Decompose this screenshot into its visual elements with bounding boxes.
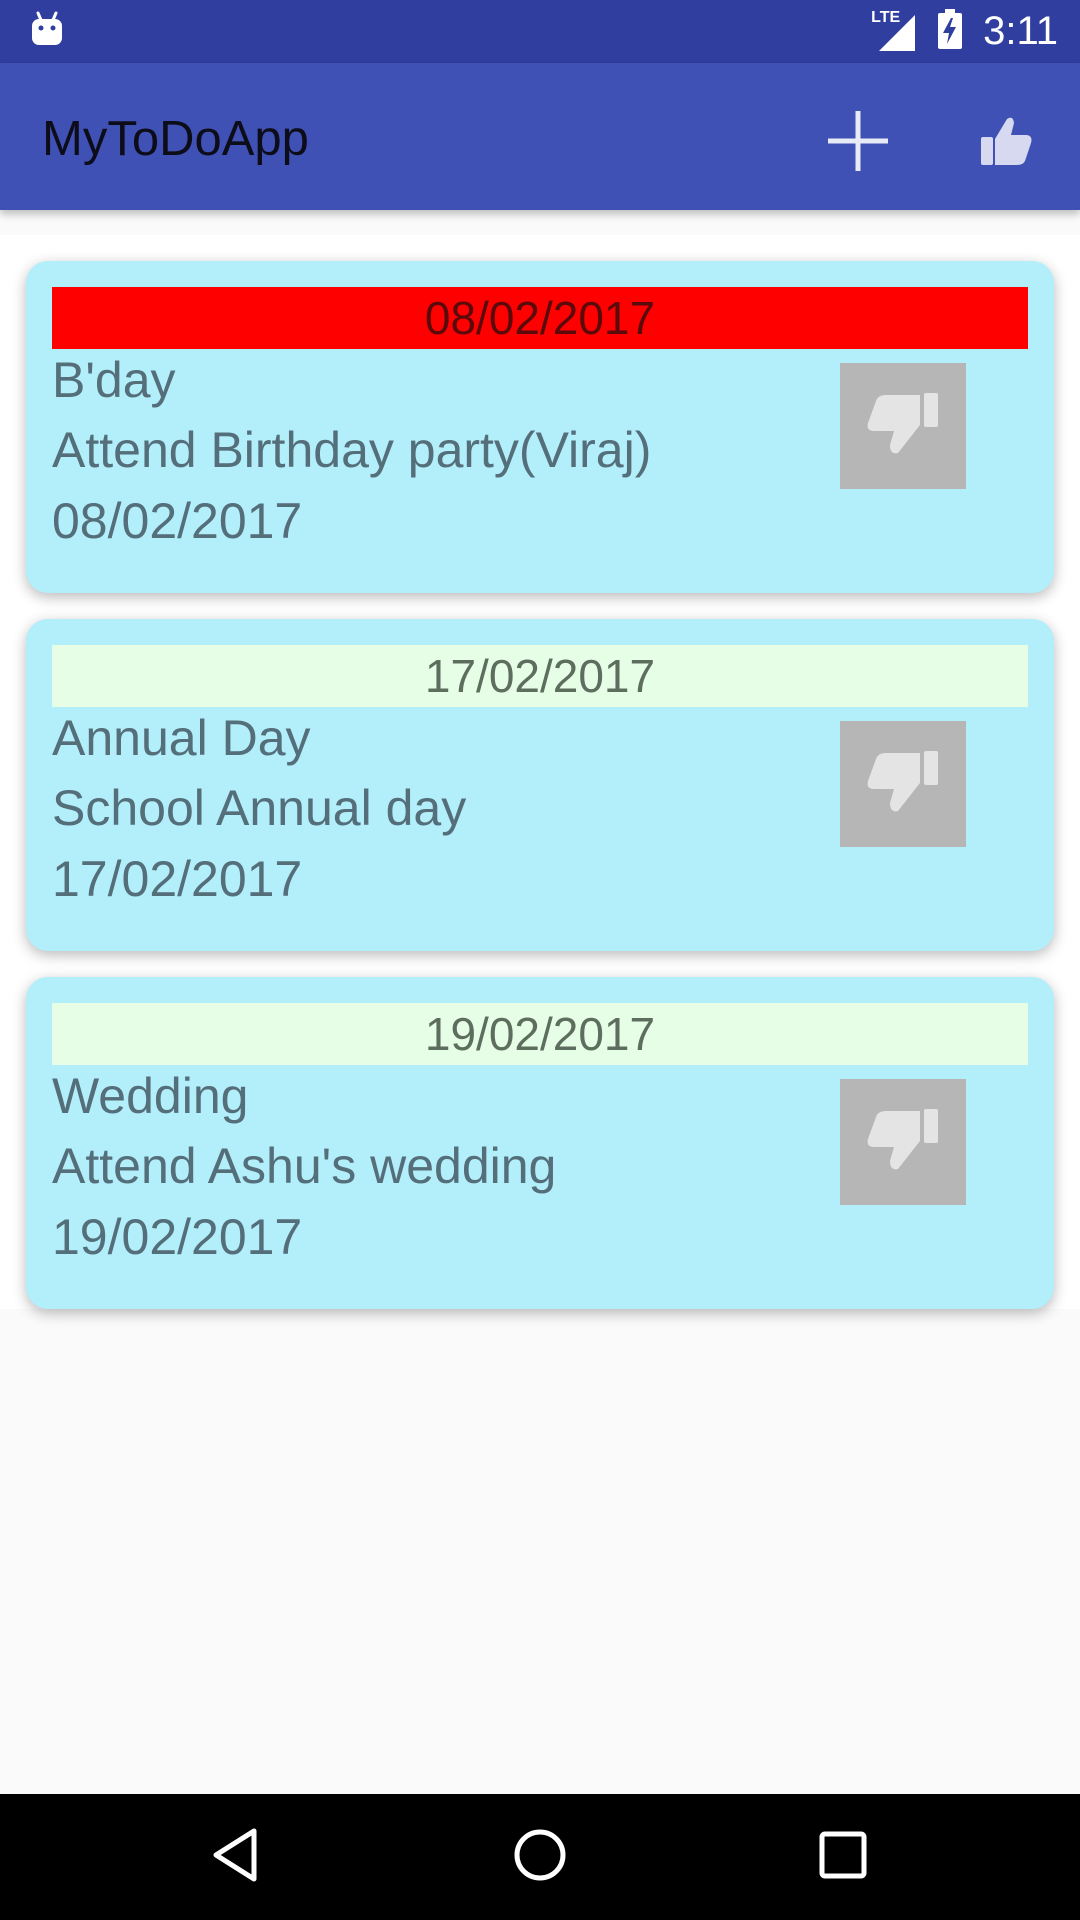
status-bar: LTE 3:11 [0, 0, 1080, 63]
recents-button[interactable] [808, 1822, 878, 1892]
thumbs-down-icon [866, 389, 940, 464]
todo-title: Annual Day [52, 710, 311, 766]
recents-icon [818, 1830, 868, 1885]
todo-list: 08/02/2017 B'day Attend Birthday party(V… [0, 235, 1080, 1309]
due-date-header: 17/02/2017 [52, 645, 1028, 707]
due-date-header: 08/02/2017 [52, 287, 1028, 349]
todo-date: 08/02/2017 [52, 493, 303, 549]
todo-title: B'day [52, 352, 176, 408]
todo-card[interactable]: 08/02/2017 B'day Attend Birthday party(V… [26, 261, 1054, 593]
app-title: MyToDoApp [42, 112, 309, 166]
mark-not-done-button[interactable] [840, 1079, 966, 1205]
app-bar: MyToDoApp [0, 63, 1080, 210]
mark-not-done-button[interactable] [840, 721, 966, 847]
add-button[interactable] [818, 103, 898, 183]
home-icon [512, 1827, 568, 1888]
status-icons: LTE 3:11 [871, 9, 1058, 54]
todo-date: 19/02/2017 [52, 1209, 303, 1265]
todo-description: Attend Ashu's wedding [52, 1138, 557, 1194]
list-item: 08/02/2017 B'day Attend Birthday party(V… [0, 235, 1080, 593]
status-time: 3:11 [983, 9, 1058, 53]
mark-not-done-button[interactable] [840, 363, 966, 489]
thumbs-down-icon [866, 1105, 940, 1180]
todo-date: 17/02/2017 [52, 851, 303, 907]
like-button[interactable] [966, 103, 1046, 183]
home-button[interactable] [505, 1822, 575, 1892]
android-notification-icon [30, 11, 64, 52]
todo-title: Wedding [52, 1068, 249, 1124]
todo-card[interactable]: 19/02/2017 Wedding Attend Ashu's wedding… [26, 977, 1054, 1309]
thumbs-down-icon [866, 747, 940, 822]
battery-charging-icon [937, 9, 963, 54]
todo-description: Attend Birthday party(Viraj) [52, 422, 652, 478]
navigation-bar [0, 1794, 1080, 1920]
list-item: 19/02/2017 Wedding Attend Ashu's wedding… [0, 951, 1080, 1309]
list-item: 17/02/2017 Annual Day School Annual day … [0, 593, 1080, 951]
back-button[interactable] [200, 1822, 270, 1892]
thumbs-up-icon [979, 115, 1033, 172]
due-date-header: 19/02/2017 [52, 1003, 1028, 1065]
todo-description: School Annual day [52, 780, 467, 836]
todo-card[interactable]: 17/02/2017 Annual Day School Annual day … [26, 619, 1054, 951]
add-icon [825, 108, 891, 179]
lte-signal-icon: LTE [871, 9, 917, 53]
back-icon [210, 1827, 260, 1888]
